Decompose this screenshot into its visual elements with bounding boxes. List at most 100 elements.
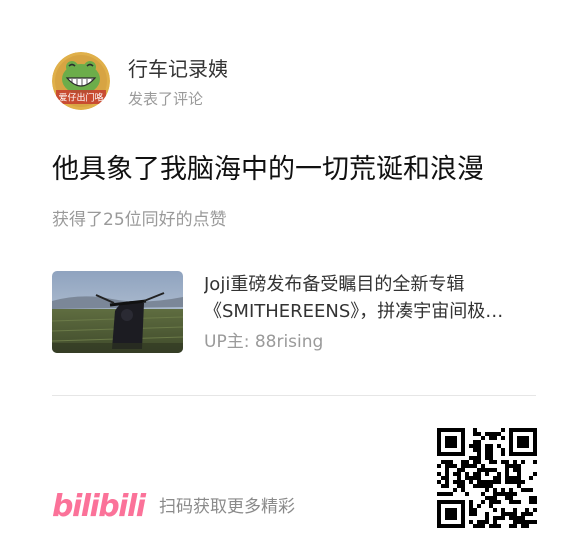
qr-module — [509, 432, 513, 436]
qr-module — [453, 440, 457, 444]
qr-module — [521, 516, 525, 520]
qr-module — [465, 492, 469, 496]
qr-module — [493, 436, 497, 440]
qr-module — [445, 476, 449, 480]
qr-module — [461, 488, 465, 492]
qr-module — [437, 428, 441, 432]
qr-module — [521, 444, 525, 448]
qr-module — [501, 492, 505, 496]
qr-module — [509, 476, 513, 480]
qr-module — [461, 444, 465, 448]
qr-module — [497, 500, 501, 504]
qr-module — [437, 452, 441, 456]
qr-module — [513, 468, 517, 472]
avatar-caption: 爱仔出门咯 — [58, 92, 103, 104]
user-name[interactable]: 行车记录姨 — [128, 56, 228, 82]
qr-module — [461, 512, 465, 516]
qr-module — [509, 440, 513, 444]
qr-module — [481, 484, 485, 488]
qr-module — [469, 444, 473, 448]
qr-module — [505, 496, 509, 500]
qr-module — [509, 436, 513, 440]
qr-module — [497, 524, 501, 528]
qr-module — [449, 524, 453, 528]
qr-module — [521, 488, 525, 492]
qr-module — [477, 480, 481, 484]
qr-module — [457, 428, 461, 432]
qr-module — [449, 436, 453, 440]
qr-module — [517, 464, 521, 468]
qr-module — [445, 444, 449, 448]
likes-count: 获得了25位同好的点赞 — [52, 210, 227, 230]
qr-module — [525, 520, 529, 524]
qr-module — [449, 516, 453, 520]
qr-module — [517, 436, 521, 440]
qr-module — [485, 496, 489, 500]
qr-module — [437, 520, 441, 524]
qr-module — [441, 476, 445, 480]
qr-module — [437, 492, 441, 496]
qr-module — [457, 480, 461, 484]
qr-module — [445, 440, 449, 444]
qr-module — [501, 512, 505, 516]
qr-module — [457, 484, 461, 488]
qr-module — [453, 500, 457, 504]
qr-module — [465, 476, 469, 480]
qr-module — [465, 460, 469, 464]
qr-module — [501, 428, 505, 432]
qr-module — [533, 460, 537, 464]
qr-module — [485, 444, 489, 448]
qr-module — [509, 496, 513, 500]
qr-module — [453, 488, 457, 492]
video-title[interactable]: Joji重磅发布备受瞩目的全新专辑 《SMITHEREENS》，拼凑宇宙间极… — [204, 271, 544, 325]
uploader-name: 88rising — [254, 332, 324, 352]
qr-module — [521, 520, 525, 524]
qr-module — [533, 500, 537, 504]
qr-module — [509, 488, 513, 492]
qr-module — [489, 500, 493, 504]
qr-code[interactable] — [437, 428, 537, 528]
qr-module — [521, 460, 525, 464]
video-thumbnail-image — [52, 271, 183, 353]
qr-module — [525, 524, 529, 528]
qr-module — [449, 440, 453, 444]
scan-prompt: 扫码获取更多精彩 — [159, 497, 295, 517]
qr-module — [477, 440, 481, 444]
user-action: 发表了评论 — [128, 90, 204, 108]
qr-module — [509, 524, 513, 528]
qr-module — [517, 520, 521, 524]
qr-module — [521, 480, 525, 484]
qr-module — [457, 452, 461, 456]
avatar[interactable]: 爱仔出门咯 — [52, 52, 110, 110]
qr-module — [493, 460, 497, 464]
qr-module — [461, 464, 465, 468]
qr-module — [441, 452, 445, 456]
qr-module — [437, 472, 441, 476]
qr-module — [505, 468, 509, 472]
video-thumbnail[interactable] — [52, 271, 183, 353]
qr-module — [521, 512, 525, 516]
qr-module — [477, 456, 481, 460]
qr-module — [445, 508, 449, 512]
video-uploader[interactable]: UP主: 88rising — [204, 330, 323, 354]
qr-module — [461, 428, 465, 432]
qr-module — [509, 452, 513, 456]
qr-module — [489, 460, 493, 464]
qr-module — [473, 448, 477, 452]
qr-module — [489, 456, 493, 460]
qr-module — [461, 484, 465, 488]
qr-module — [493, 508, 497, 512]
qr-module — [493, 496, 497, 500]
qr-module — [473, 472, 477, 476]
qr-module — [481, 436, 485, 440]
qr-module — [525, 436, 529, 440]
qr-module — [481, 480, 485, 484]
qr-module — [505, 492, 509, 496]
qr-module — [457, 524, 461, 528]
qr-module — [509, 480, 513, 484]
qr-module — [485, 520, 489, 524]
qr-module — [525, 444, 529, 448]
qr-module — [473, 484, 477, 488]
qr-module — [509, 428, 513, 432]
qr-module — [517, 452, 521, 456]
